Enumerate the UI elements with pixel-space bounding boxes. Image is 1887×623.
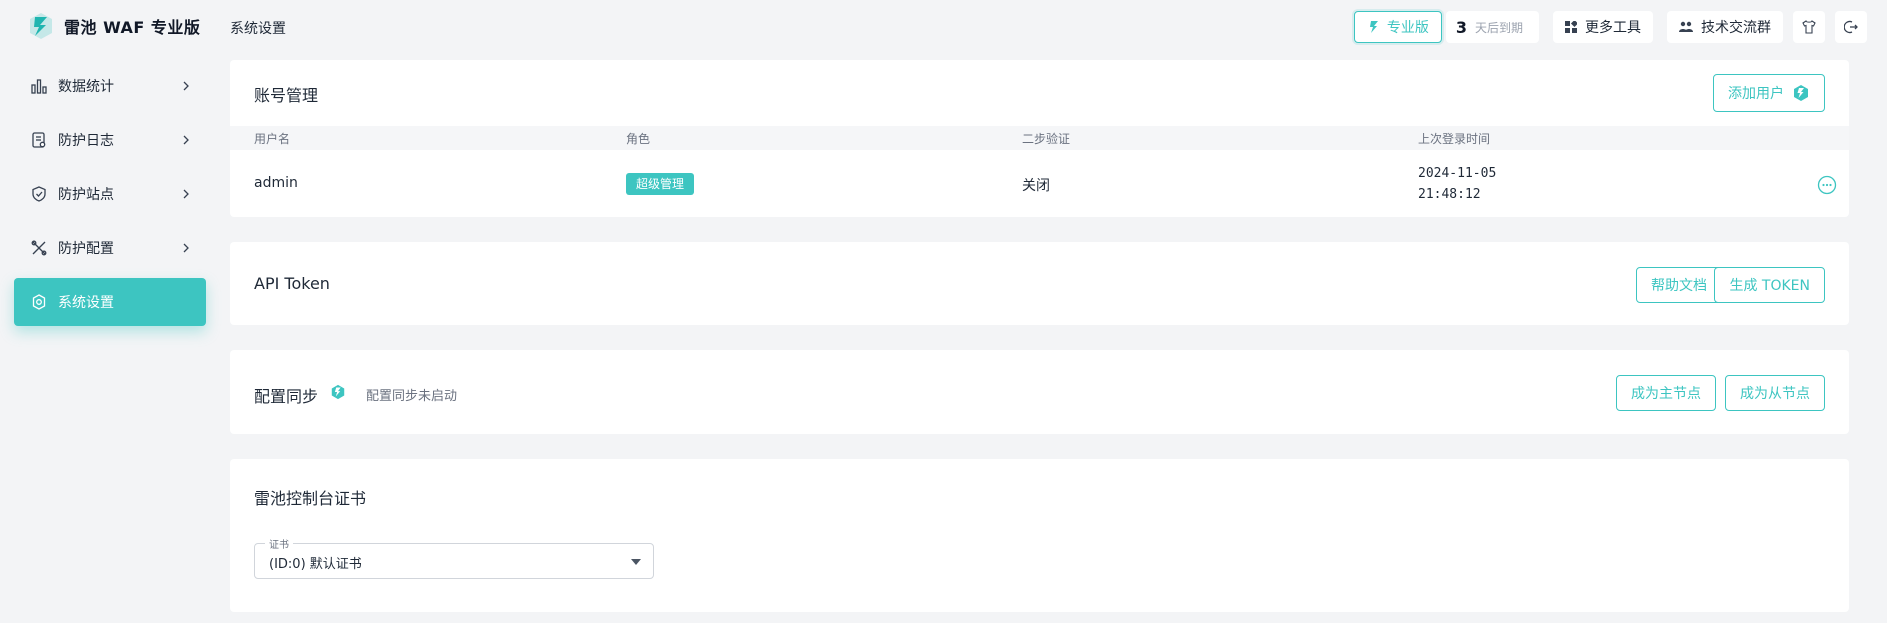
generate-token-label: 生成 TOKEN [1729,278,1810,294]
shirt-icon [1802,20,1816,34]
expire-days: 3 [1455,17,1467,37]
become-master-button[interactable]: 成为主节点 [1616,375,1716,411]
safeline-brand-icon [1794,85,1808,101]
accounts-table-header: 用户名 角色 二步验证 上次登录时间 [230,126,1849,150]
row-more-options-icon[interactable] [1817,175,1837,195]
column-header-last-login: 上次登录时间 [1418,132,1491,146]
community-button[interactable]: 技术交流群 [1667,11,1783,43]
sidebar-item-statistics[interactable]: 数据统计 [14,62,206,110]
become-master-label: 成为主节点 [1631,386,1701,402]
account-management-card: 账号管理 添加用户 用户名 角色 二步验证 上次登录时间 admin 超级管理 … [230,60,1849,217]
shield-icon [30,185,48,203]
safeline-brand-icon [330,384,346,400]
username-cell: admin [254,175,298,191]
tools-icon [30,239,48,257]
config-sync-status: 配置同步未启动 [366,389,458,404]
edition-badge-label: 专业版 [1386,20,1429,36]
certificate-selected-value: (ID:0) 默认证书 [269,557,362,572]
column-header-2fa: 二步验证 [1022,132,1071,146]
role-badge: 超级管理 [626,173,695,195]
certificate-select[interactable]: 证书 (ID:0) 默认证书 [254,536,654,579]
theme-button[interactable] [1793,11,1825,43]
add-user-label: 添加用户 [1728,86,1784,102]
console-certificate-card: 雷池控制台证书 证书 (ID:0) 默认证书 [230,459,1849,612]
column-header-username: 用户名 [254,132,291,146]
add-user-button[interactable]: 添加用户 [1713,74,1825,112]
help-docs-label: 帮助文档 [1651,278,1707,294]
sidebar-item-label: 防护配置 [58,241,114,257]
sidebar-item-label: 防护日志 [58,133,114,149]
users-icon [1679,21,1693,32]
caret-down-icon [631,559,641,565]
gear-icon [30,293,48,311]
last-login-time: 21:48:12 [1418,187,1481,202]
chevron-right-icon [180,134,192,146]
sidebar-item-settings[interactable]: 系统设置 [14,278,206,326]
sidebar-item-label: 数据统计 [58,79,114,95]
sidebar-item-logs[interactable]: 防护日志 [14,116,206,164]
api-token-title: API Token [254,274,330,293]
help-docs-button[interactable]: 帮助文档 [1636,267,1722,303]
column-header-role: 角色 [626,132,651,146]
sidebar: 雷池 WAF 专业版 数据统计 防护日志 防护站点 防护配置 系统设置 [0,0,220,623]
topbar-actions: 专业版 3 天后到期 更多工具 技术交流群 [1353,11,1867,43]
grid-apps-icon [1565,21,1577,33]
become-slave-label: 成为从节点 [1740,386,1810,402]
license-expire: 3 天后到期 [1445,11,1539,43]
certificate-field-label: 证书 [265,536,293,551]
two-factor-cell: 关闭 [1022,178,1050,194]
safeline-logo-icon [26,11,56,41]
more-tools-button[interactable]: 更多工具 [1553,11,1653,43]
page-title: 系统设置 [230,21,286,37]
sidebar-item-sites[interactable]: 防护站点 [14,170,206,218]
community-label: 技术交流群 [1701,20,1771,36]
config-sync-title: 配置同步 [254,387,319,406]
console-certificate-title: 雷池控制台证书 [254,489,367,508]
expire-text: 天后到期 [1474,20,1523,35]
chevron-right-icon [180,188,192,200]
api-token-card: API Token 帮助文档 生成 TOKEN [230,242,1849,325]
last-login-date: 2024-11-05 [1418,166,1497,181]
chevron-right-icon [180,242,192,254]
generate-token-button[interactable]: 生成 TOKEN [1714,267,1825,303]
bolt-icon [1369,21,1378,33]
sidebar-item-label: 系统设置 [58,295,114,311]
logout-icon [1844,20,1858,34]
become-slave-button[interactable]: 成为从节点 [1725,375,1825,411]
edition-badge[interactable]: 专业版 [1353,11,1442,43]
sidebar-item-config[interactable]: 防护配置 [14,224,206,272]
brand-name: 雷池 WAF 专业版 [64,18,201,37]
bar-chart-icon [30,77,48,95]
brand[interactable]: 雷池 WAF 专业版 [26,10,200,42]
account-management-title: 账号管理 [254,86,319,105]
config-sync-card: 配置同步 配置同步未启动 成为主节点 成为从节点 [230,350,1849,434]
sidebar-item-label: 防护站点 [58,187,114,203]
log-document-icon [30,131,48,149]
more-tools-label: 更多工具 [1585,20,1641,36]
chevron-right-icon [180,80,192,92]
sidebar-nav: 数据统计 防护日志 防护站点 防护配置 系统设置 [14,62,206,332]
logout-button[interactable] [1835,11,1867,43]
